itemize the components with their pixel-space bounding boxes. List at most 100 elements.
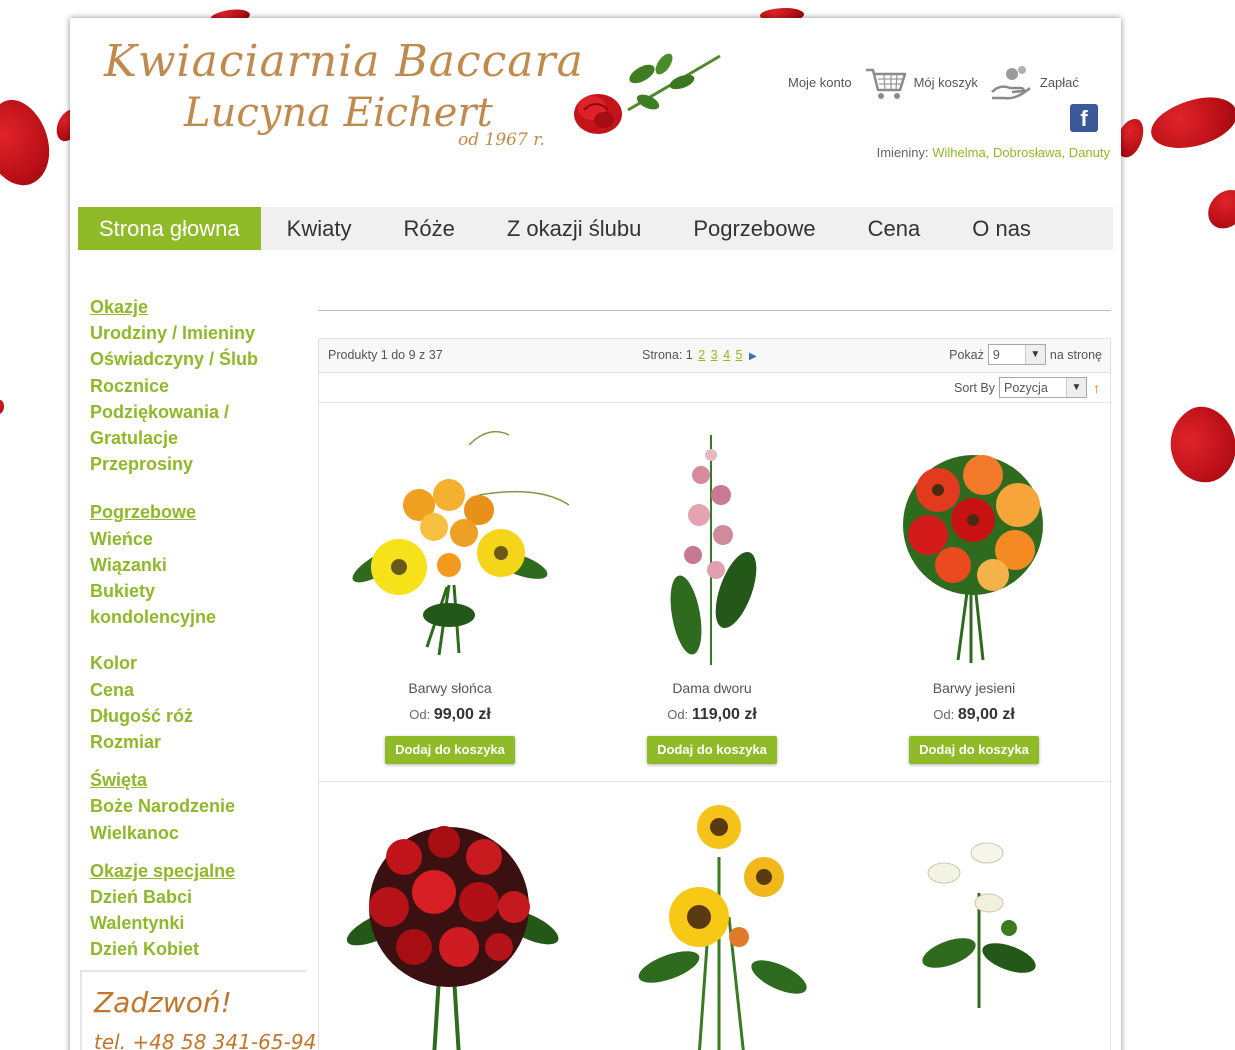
my-account-link[interactable]: Moje konto — [788, 75, 852, 90]
sort-value: Pozycja — [1004, 380, 1048, 395]
toolbar-row: Produkty 1 do 9 z 37 Strona: 1 2 3 4 5 ▶… — [319, 339, 1110, 373]
nav-item-roses[interactable]: Róże — [377, 207, 480, 250]
nav-item-price[interactable]: Cena — [842, 207, 947, 250]
product-card: Dama dworu Od: 119,00 zł Dodaj do koszyk… — [581, 415, 843, 764]
sort-direction-icon[interactable]: ↑ — [1093, 380, 1100, 396]
show-label: Pokaż — [949, 347, 984, 362]
per-page-value: 9 — [992, 347, 1000, 362]
rose-petal-decoration — [1201, 182, 1235, 236]
sidebar-item-rose-length[interactable]: Długość róż — [90, 703, 310, 729]
product-image[interactable] — [319, 797, 581, 1050]
call-box: Zadzwoń! tel. +48 58 341-65-94 — [80, 970, 316, 1050]
product-image[interactable] — [319, 415, 581, 665]
nav-item-funeral[interactable]: Pogrzebowe — [667, 207, 841, 250]
sidebar-heading-occasions[interactable]: Okazje — [90, 294, 310, 320]
sort-select[interactable]: Pozycja ▼ — [999, 377, 1087, 398]
sidebar-group-filters: Kolor Cena Długość róż Rozmiar — [90, 650, 310, 755]
rose-petal-decoration — [0, 400, 4, 414]
per-page-select[interactable]: 9 ▼ — [987, 344, 1046, 365]
product-price: Od: 89,00 zł — [843, 706, 1105, 724]
sidebar-heading-funeral[interactable]: Pogrzebowe — [90, 499, 310, 525]
pagination-current: 1 — [685, 348, 693, 362]
add-to-cart-button[interactable]: Dodaj do koszyka — [385, 736, 515, 764]
sidebar-item-congratulations[interactable]: Gratulacje — [90, 425, 310, 451]
product-name[interactable]: Dama dworu — [581, 680, 843, 696]
sidebar-group-occasions: Okazje Urodziny / Imieniny Oświadczyny /… — [90, 294, 310, 477]
sidebar-item-wreaths[interactable]: Wieńce — [90, 526, 310, 552]
nav-item-wedding[interactable]: Z okazji ślubu — [481, 207, 668, 250]
rose-petal-decoration — [1155, 396, 1235, 494]
price-value: 89,00 zł — [957, 706, 1015, 723]
product-image[interactable] — [619, 797, 819, 1050]
sort-control: Sort By Pozycja ▼ ↑ — [954, 377, 1100, 398]
pay-link[interactable]: Zapłać — [1040, 75, 1079, 90]
sidebar-item-size[interactable]: Rozmiar — [90, 729, 310, 755]
product-name[interactable]: Barwy jesieni — [843, 680, 1105, 696]
logo-title: Kwiaciarnia Baccara — [104, 36, 584, 87]
sidebar-item-thanks[interactable]: Podziękowania / — [90, 399, 310, 425]
product-card: Barwy słońca Od: 99,00 zł Dodaj do koszy… — [319, 415, 581, 764]
sidebar-item-easter[interactable]: Wielkanoc — [90, 820, 310, 846]
product-price: Od: 99,00 zł — [319, 706, 581, 724]
sidebar-item-anniversaries[interactable]: Rocznice — [90, 373, 310, 399]
sort-label: Sort By — [954, 380, 995, 395]
product-toolbar: Produkty 1 do 9 z 37 Strona: 1 2 3 4 5 ▶… — [318, 338, 1111, 402]
sidebar-item-valentines[interactable]: Walentynki — [90, 910, 310, 936]
price-prefix: Od: — [409, 707, 431, 722]
next-page-icon[interactable]: ▶ — [749, 351, 757, 362]
sidebar-item-condolence[interactable]: kondolencyjne — [90, 604, 310, 630]
sidebar-item-birthdays[interactable]: Urodziny / Imieniny — [90, 320, 310, 346]
sidebar-heading-special[interactable]: Okazje specjalne — [90, 858, 310, 884]
product-image[interactable] — [581, 415, 843, 665]
sidebar-item-engagement[interactable]: Oświadczyny / Ślub — [90, 346, 310, 372]
rose-petal-decoration — [0, 90, 64, 196]
namedays-label: Imieniny: — [876, 145, 929, 160]
sidebar-item-price[interactable]: Cena — [90, 677, 310, 703]
per-page-control: Pokaż 9 ▼ na stronę — [949, 344, 1102, 365]
sidebar-item-color[interactable]: Kolor — [90, 650, 310, 676]
sidebar-item-bundles[interactable]: Wiązanki — [90, 552, 310, 578]
sidebar-item-christmas[interactable]: Boże Narodzenie — [90, 793, 310, 819]
page-container: Kwiaciarnia Baccara Lucyna Eichert od 19… — [70, 18, 1121, 1050]
sidebar-heading-holidays[interactable]: Święta — [90, 767, 310, 793]
chevron-down-icon: ▼ — [1066, 378, 1086, 397]
nav-item-flowers[interactable]: Kwiaty — [261, 207, 378, 250]
content-divider — [318, 310, 1111, 311]
product-price: Od: 119,00 zł — [581, 706, 843, 724]
pagination-page[interactable]: 4 — [723, 348, 730, 362]
pagination-page[interactable]: 3 — [711, 348, 718, 362]
nav-item-home[interactable]: Strona głowna — [78, 207, 261, 250]
per-page-label: na stronę — [1049, 347, 1102, 362]
product-grid: Barwy słońca Od: 99,00 zł Dodaj do koszy… — [318, 402, 1111, 1050]
product-image[interactable] — [843, 415, 1105, 665]
product-image[interactable] — [909, 833, 1049, 1013]
product-card: Barwy jesieni Od: 89,00 zł Dodaj do kosz… — [843, 415, 1105, 764]
price-value: 99,00 zł — [433, 706, 491, 723]
chevron-down-icon: ▼ — [1024, 345, 1045, 364]
pagination-page[interactable]: 5 — [736, 348, 743, 362]
my-cart-link[interactable]: Mój koszyk — [914, 75, 978, 90]
sidebar-item-apologies[interactable]: Przeprosiny — [90, 451, 310, 477]
product-name[interactable]: Barwy słońca — [319, 680, 581, 696]
namedays: Imieniny: Wilhelma, Dobrosława, Danuty — [877, 145, 1110, 160]
rose-image — [574, 53, 721, 134]
nav-item-about[interactable]: O nas — [946, 207, 1057, 250]
logo-owner: Lucyna Eichert — [184, 90, 493, 136]
namedays-names: Wilhelma, Dobrosława, Danuty — [932, 145, 1110, 160]
pagination-page[interactable]: 2 — [698, 348, 705, 362]
sidebar-group-holidays: Święta Boże Narodzenie Wielkanoc — [90, 767, 310, 846]
sidebar: Okazje Urodziny / Imieniny Oświadczyny /… — [90, 294, 310, 975]
sidebar-item-womens-day[interactable]: Dzień Kobiet — [90, 936, 310, 962]
price-prefix: Od: — [667, 707, 689, 722]
main-nav: Strona głowna Kwiaty Róże Z okazji ślubu… — [78, 207, 1113, 250]
call-phone[interactable]: tel. +48 58 341-65-94 — [94, 1030, 316, 1050]
facebook-icon[interactable]: f — [1070, 104, 1098, 132]
sidebar-item-grandmas-day[interactable]: Dzień Babci — [90, 884, 310, 910]
add-to-cart-button[interactable]: Dodaj do koszyka — [647, 736, 777, 764]
pay-hand-icon[interactable] — [990, 62, 1034, 102]
shopping-cart-icon[interactable] — [864, 62, 908, 102]
add-to-cart-button[interactable]: Dodaj do koszyka — [909, 736, 1039, 764]
pagination: Strona: 1 2 3 4 5 ▶ — [642, 348, 757, 362]
sidebar-item-condolence-bouquets[interactable]: Bukiety — [90, 578, 310, 604]
call-title: Zadzwoń! — [94, 986, 232, 1019]
